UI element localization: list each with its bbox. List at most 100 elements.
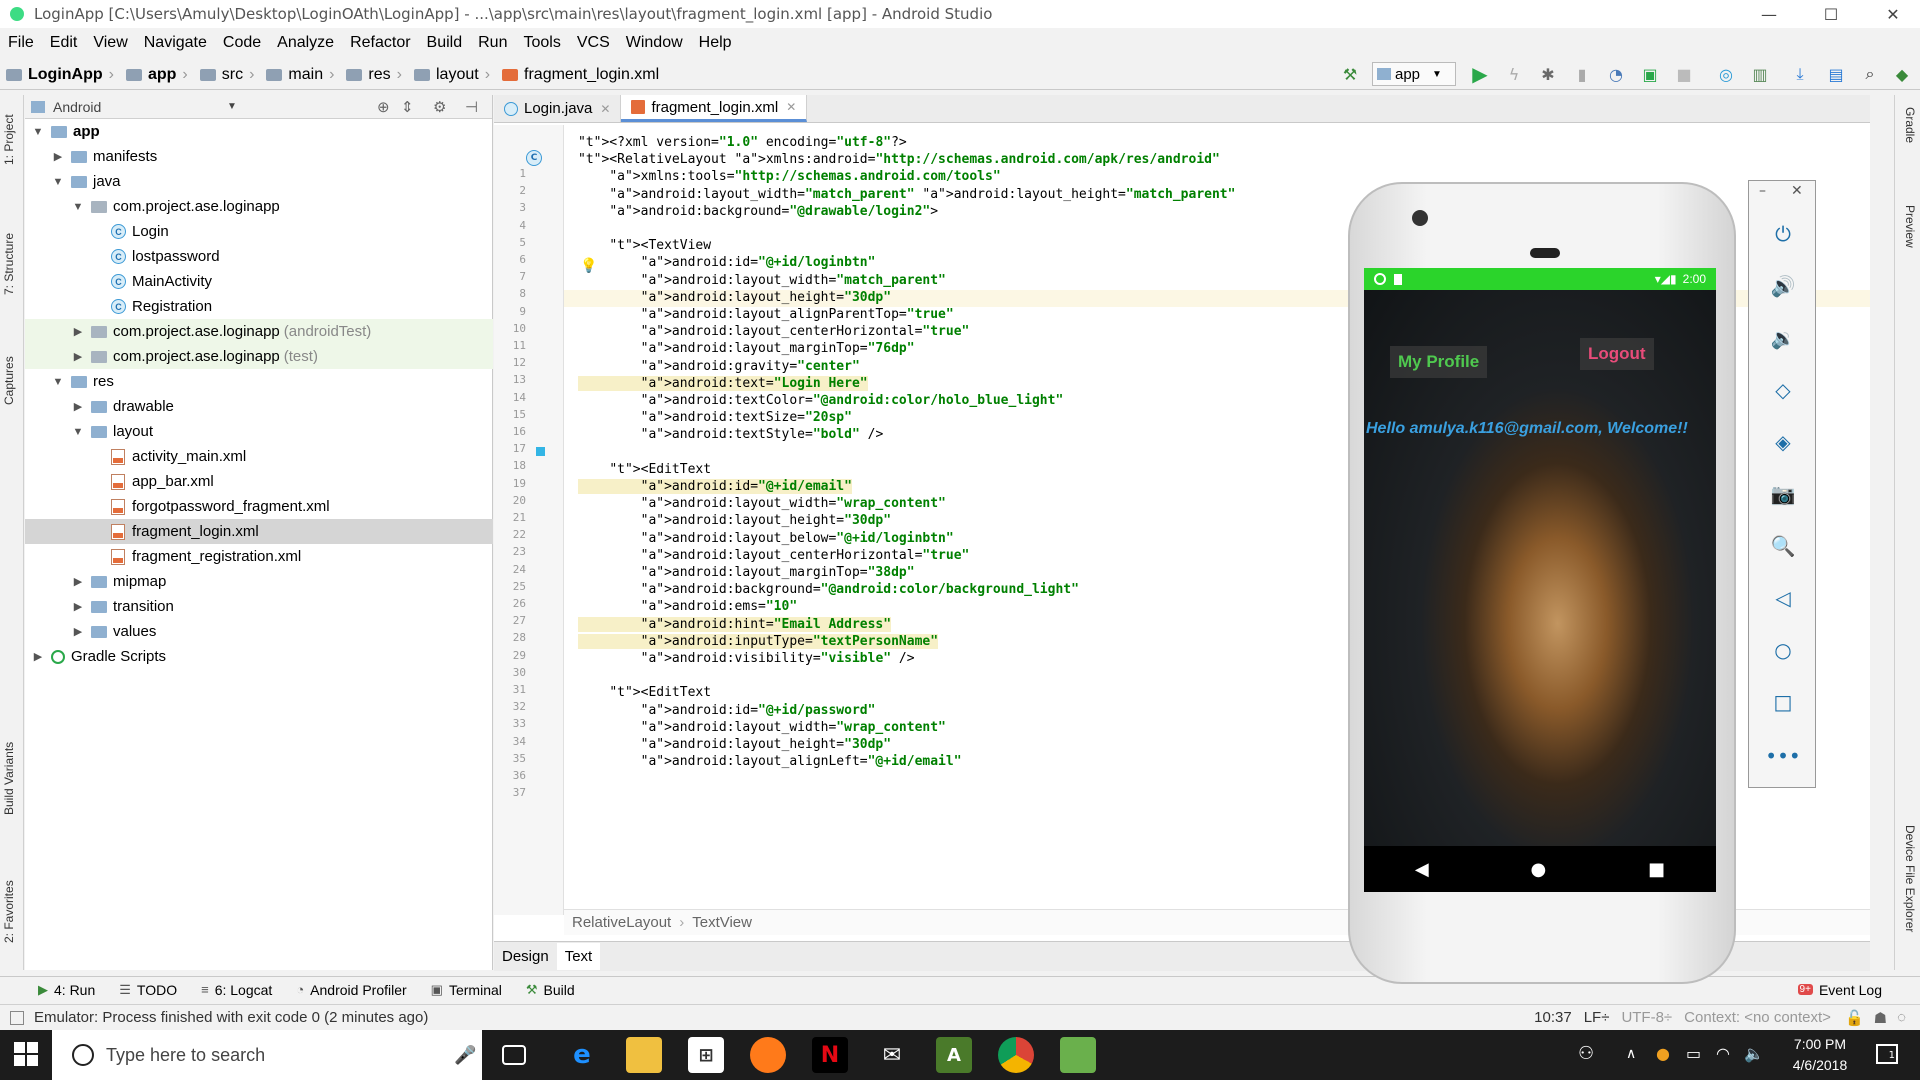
tree-item[interactable]: activity_main.xml	[25, 444, 493, 469]
edge-icon[interactable]: e	[564, 1037, 600, 1073]
chevron-right-icon[interactable]: ▶	[71, 400, 85, 413]
project-structure-icon[interactable]: ▤	[1826, 64, 1846, 84]
mail-icon[interactable]: ✉	[874, 1037, 910, 1073]
terminal-tool-button[interactable]: ▣ Terminal	[419, 982, 514, 998]
tree-item[interactable]: ▶ mipmap	[25, 569, 493, 594]
firefox-icon[interactable]	[750, 1037, 786, 1073]
breadcrumb-layout[interactable]: layout ›	[408, 66, 496, 84]
microphone-icon[interactable]: 🎤	[454, 1045, 476, 1066]
chevron-right-icon[interactable]: ▶	[71, 575, 85, 588]
volume-down-icon[interactable]: 🔉	[1749, 323, 1817, 353]
logout-button[interactable]: Logout	[1580, 338, 1654, 370]
tree-item[interactable]: ▼ app	[25, 119, 493, 144]
chevron-down-icon[interactable]: ▼	[51, 176, 65, 188]
logcat-tool-button[interactable]: ≡ 6: Logcat	[189, 982, 284, 998]
tab-device-file-explorer[interactable]: Device File Explorer	[1903, 825, 1917, 932]
chevron-right-icon[interactable]: ▶	[51, 150, 65, 163]
avd-manager-icon[interactable]: ▥	[1750, 64, 1770, 84]
action-center-icon[interactable]: 1	[1876, 1044, 1898, 1064]
tree-item[interactable]: ▼ layout	[25, 419, 493, 444]
todo-tool-button[interactable]: ☰ TODO	[107, 982, 189, 998]
breadcrumb-res[interactable]: res ›	[340, 66, 408, 84]
tree-item[interactable]: ▶ values	[25, 619, 493, 644]
tab-favorites[interactable]: 2: Favorites	[2, 880, 16, 943]
chevron-right-icon[interactable]: ▶	[71, 350, 85, 363]
tree-item[interactable]: fragment_login.xml	[25, 519, 493, 544]
chevron-right-icon[interactable]: ▶	[31, 650, 45, 663]
overview-icon[interactable]: □	[1749, 687, 1817, 717]
zoom-icon[interactable]: 🔍	[1749, 531, 1817, 561]
tree-item[interactable]: ▶ Gradle Scripts	[25, 644, 493, 669]
tab-project[interactable]: 1: Project	[2, 114, 16, 165]
people-icon[interactable]: ⚇	[1578, 1043, 1594, 1064]
wifi-icon[interactable]: ◠	[1716, 1044, 1730, 1063]
chrome-icon[interactable]	[998, 1037, 1034, 1073]
battery-icon[interactable]: ▭	[1686, 1044, 1701, 1063]
tree-item[interactable]: Clostpassword	[25, 244, 493, 269]
tab-gradle[interactable]: Gradle	[1903, 107, 1917, 143]
inspector-icon[interactable]: ☗	[1874, 1009, 1887, 1027]
tree-item[interactable]: ▶ manifests	[25, 144, 493, 169]
menu-help[interactable]: Help	[691, 34, 740, 52]
tree-item[interactable]: ▼ com.project.ase.loginapp	[25, 194, 493, 219]
task-view-icon[interactable]	[502, 1045, 526, 1065]
locate-icon[interactable]: ⊕	[377, 98, 390, 116]
menu-vcs[interactable]: VCS	[569, 34, 618, 52]
menu-code[interactable]: Code	[215, 34, 269, 52]
crumb-textview[interactable]: TextView	[692, 914, 752, 931]
event-log-button[interactable]: 9+ Event Log	[1786, 982, 1894, 998]
tab-fragment-login-xml[interactable]: fragment_login.xml ✕	[621, 95, 808, 122]
menu-window[interactable]: Window	[618, 34, 691, 52]
profile-icon[interactable]: ◔	[1606, 64, 1626, 84]
store-icon[interactable]: ⊞	[688, 1037, 724, 1073]
tool-windows-icon[interactable]	[10, 1010, 24, 1025]
debug-icon[interactable]: ✱	[1538, 64, 1558, 84]
run-icon[interactable]: ▶	[1470, 62, 1490, 86]
text-tab[interactable]: Text	[556, 943, 601, 970]
line-separator[interactable]: LF÷	[1584, 1009, 1610, 1026]
breadcrumb-src[interactable]: src ›	[194, 66, 261, 84]
tab-login-java[interactable]: Login.java ✕	[494, 95, 622, 122]
run-config-select[interactable]: app ▼	[1372, 62, 1456, 86]
tab-captures[interactable]: Captures	[2, 356, 16, 405]
collapse-all-icon[interactable]: ⇕	[401, 98, 414, 116]
menu-view[interactable]: View	[85, 34, 135, 52]
android-studio-taskbar-icon[interactable]: A	[936, 1037, 972, 1073]
home-icon[interactable]: ●	[1531, 859, 1547, 880]
screenshot-icon[interactable]: 📷	[1749, 479, 1817, 509]
volume-up-icon[interactable]: 🔊	[1749, 271, 1817, 301]
breadcrumb-file[interactable]: fragment_login.xml	[496, 66, 665, 84]
file-explorer-icon[interactable]	[626, 1037, 662, 1073]
menu-build[interactable]: Build	[419, 34, 471, 52]
chevron-down-icon[interactable]: ▼	[31, 126, 45, 138]
menu-refactor[interactable]: Refactor	[342, 34, 418, 52]
tree-item[interactable]: app_bar.xml	[25, 469, 493, 494]
rotate-right-icon[interactable]: ◈	[1749, 427, 1817, 457]
close-emulator-icon[interactable]: ✕	[1791, 183, 1803, 199]
taskbar-search[interactable]: Type here to search 🎤	[52, 1030, 482, 1080]
build-tool-button[interactable]: ⚒ Build	[514, 982, 587, 998]
tree-item[interactable]: ▶ transition	[25, 594, 493, 619]
view-mode-select[interactable]: Android	[53, 99, 101, 115]
sync-gradle-icon[interactable]: ◎	[1716, 64, 1736, 84]
menu-edit[interactable]: Edit	[42, 34, 86, 52]
tree-item[interactable]: C Registration	[25, 294, 493, 319]
menu-tools[interactable]: Tools	[515, 34, 568, 52]
back-icon[interactable]: ◁	[1749, 583, 1817, 613]
back-icon[interactable]: ◀	[1415, 859, 1429, 880]
recents-icon[interactable]: ■	[1648, 859, 1665, 880]
taskbar-clock[interactable]: 7:00 PM 4/6/2018	[1780, 1034, 1860, 1076]
my-profile-button[interactable]: My Profile	[1390, 346, 1488, 378]
chevron-right-icon[interactable]: ▶	[71, 625, 85, 638]
tree-item[interactable]: C Login	[25, 219, 493, 244]
tab-preview[interactable]: Preview	[1903, 205, 1917, 248]
netflix-icon[interactable]: N	[812, 1037, 848, 1073]
attach-debugger-icon[interactable]: ▣	[1640, 64, 1660, 84]
menu-run[interactable]: Run	[470, 34, 515, 52]
maximize-button[interactable]: ☐	[1808, 0, 1854, 28]
windows-start-icon[interactable]	[14, 1042, 38, 1066]
run-tool-button[interactable]: ▶ 4: Run	[26, 982, 107, 998]
caret-position[interactable]: 10:37	[1534, 1009, 1572, 1026]
menu-file[interactable]: File	[0, 34, 42, 52]
rotate-left-icon[interactable]: ◇	[1749, 375, 1817, 405]
